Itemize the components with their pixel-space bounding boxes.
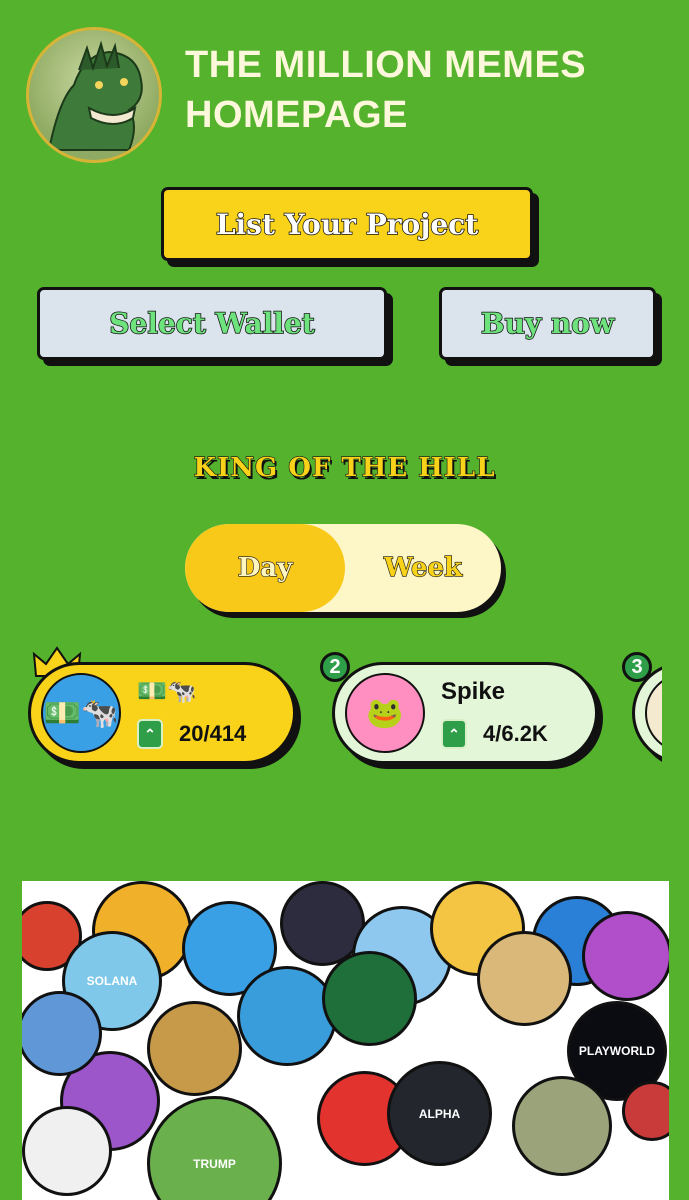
upvote-icon: ⌃ <box>441 719 467 749</box>
meme-bubble[interactable]: ALPHA <box>387 1061 492 1166</box>
meme-bubble[interactable] <box>512 1076 612 1176</box>
leader-name: 💵🐄 <box>137 678 197 705</box>
leader-stat: ⌃ 4/6.2K <box>441 719 548 749</box>
meme-bubble-grid: SOLANA PLAYWORLD ALPHA TRUMP <box>22 881 669 1200</box>
leader-stat: ⌃ 20/414 <box>137 719 246 749</box>
meme-bubble[interactable] <box>477 931 572 1026</box>
meme-bubble-label: SOLANA <box>86 974 138 988</box>
buy-now-button[interactable]: Buy now <box>439 287 656 360</box>
title-line-1: THE MILLION MEMES <box>185 44 587 86</box>
leader-info: Spike ⌃ 4/6.2K <box>441 677 548 749</box>
leader-avatar: 💵🐄 <box>41 673 121 753</box>
godzilla-logo[interactable] <box>26 27 162 163</box>
leader-info: 💵🐄 ⌃ 20/414 <box>137 677 246 749</box>
title-line-2: HOMEPAGE <box>185 94 408 136</box>
meme-bubble[interactable] <box>22 1106 112 1196</box>
meme-bubble-label: PLAYWORLD <box>578 1044 656 1058</box>
list-project-button[interactable]: List Your Project <box>161 187 533 261</box>
meme-bubble-label: TRUMP <box>193 1156 236 1171</box>
leaders-carousel[interactable]: 💵🐄 💵🐄 ⌃ 20/414 2 🐸 Spike ⌃ 4/6.2K 3 <box>26 646 662 776</box>
meme-bubble[interactable] <box>322 951 417 1046</box>
leader-avatar <box>645 673 662 753</box>
meme-bubble-label: ALPHA <box>418 1106 461 1121</box>
leader-stat-value: 4/6.2K <box>483 721 548 746</box>
leader-avatar: 🐸 <box>345 673 425 753</box>
leader-stat-value: 20/414 <box>179 721 247 746</box>
leader-card-2[interactable]: 🐸 Spike ⌃ 4/6.2K <box>332 662 598 764</box>
leader-name: Spike <box>441 678 506 705</box>
meme-bubble[interactable] <box>582 911 669 1001</box>
select-wallet-button[interactable]: Select Wallet <box>37 287 387 360</box>
toggle-day[interactable]: Day <box>185 524 345 612</box>
leader-card-1[interactable]: 💵🐄 💵🐄 ⌃ 20/414 <box>28 662 296 764</box>
meme-bubble[interactable]: TRUMP <box>147 1096 282 1200</box>
period-toggle: Day Week <box>185 524 501 612</box>
upvote-icon: ⌃ <box>137 719 163 749</box>
meme-bubble[interactable] <box>622 1081 669 1141</box>
page-title: THE MILLION MEMES HOMEPAGE <box>185 40 645 140</box>
toggle-week[interactable]: Week <box>345 524 501 612</box>
king-of-the-hill-heading: KING OF THE HILL <box>193 452 496 483</box>
meme-bubble[interactable] <box>147 1001 242 1096</box>
meme-bubble[interactable] <box>237 966 337 1066</box>
